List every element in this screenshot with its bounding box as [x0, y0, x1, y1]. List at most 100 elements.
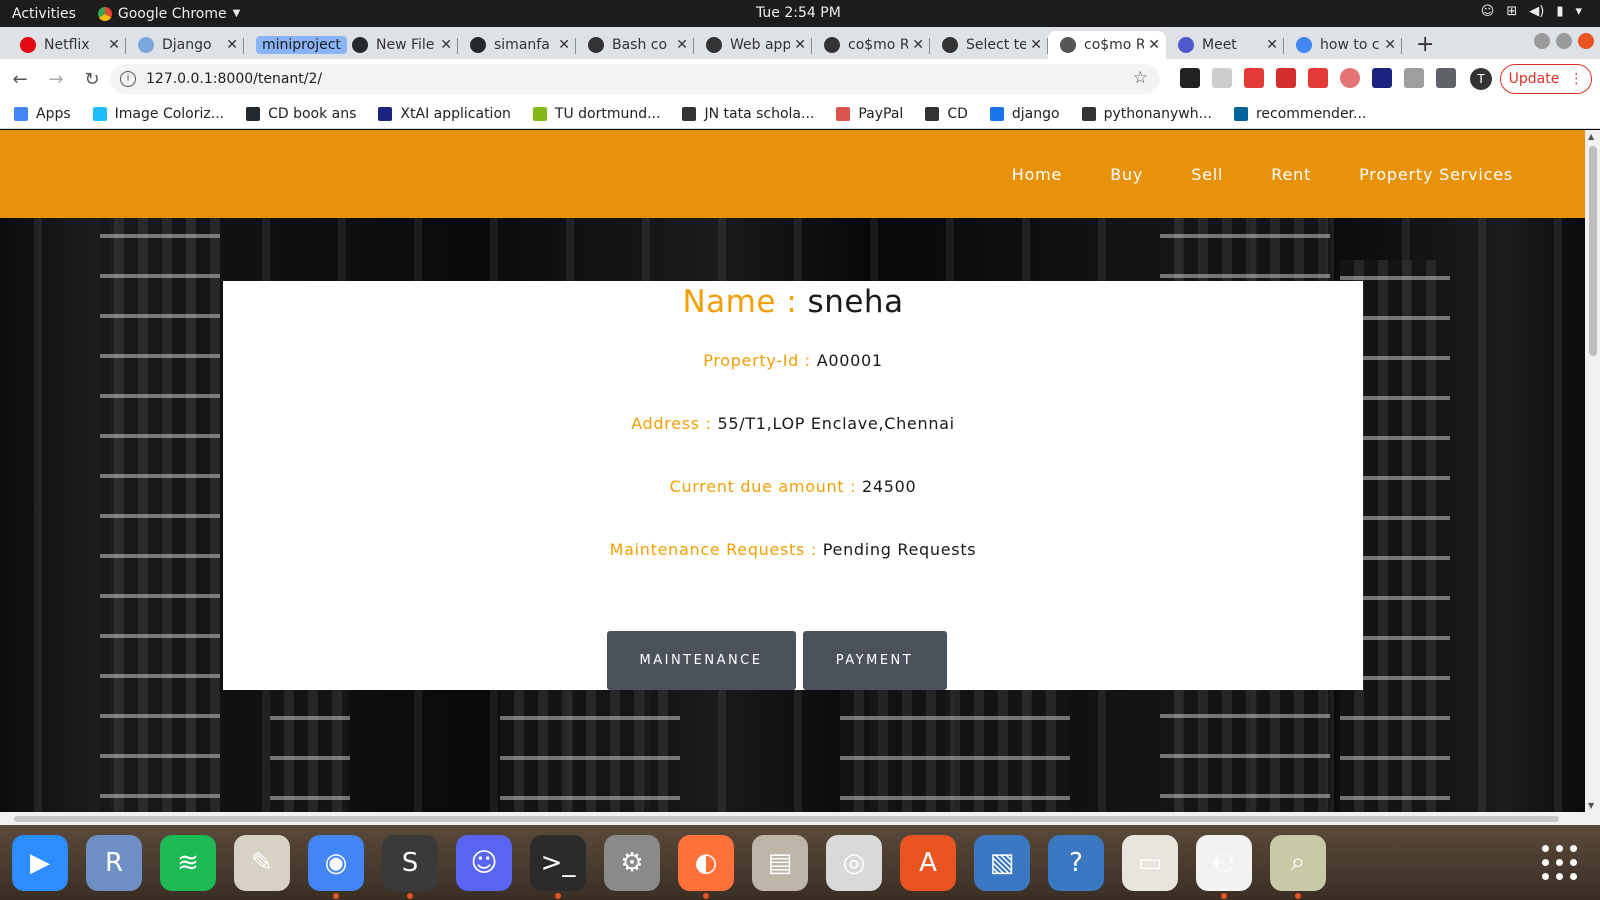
close-tab-icon[interactable]: ✕ — [1148, 37, 1160, 53]
payment-button[interactable]: PAYMENT — [802, 631, 947, 690]
close-tab-icon[interactable]: ✕ — [1030, 37, 1042, 53]
info-icon[interactable]: i — [120, 71, 136, 87]
chevron-down-icon[interactable]: ▾ — [1575, 4, 1582, 19]
show-applications-icon[interactable] — [1542, 845, 1578, 881]
minimize-icon[interactable] — [1534, 33, 1550, 49]
nav-property-services[interactable]: Property Services — [1359, 165, 1513, 184]
extension-hp-icon[interactable] — [1372, 68, 1392, 88]
bookmark-item[interactable]: JN tata schola... — [682, 106, 814, 122]
close-tab-icon[interactable]: ✕ — [676, 37, 688, 53]
nav-buy[interactable]: Buy — [1110, 165, 1143, 184]
chrome-icon[interactable]: ◉ — [308, 834, 364, 899]
puzzle-icon[interactable] — [1436, 68, 1456, 88]
browser-tab[interactable]: Meet ✕ — [1166, 31, 1284, 59]
discord-icon[interactable]: ☺ — [456, 834, 512, 891]
browser-tab[interactable]: co$mo R ✕ — [812, 31, 930, 59]
firefox-icon[interactable]: ◐ — [678, 834, 734, 899]
browser-tab[interactable]: co$mo R ✕ — [1048, 31, 1166, 59]
sublime-icon[interactable]: S — [382, 834, 438, 899]
close-tab-icon[interactable]: ✕ — [1266, 37, 1278, 53]
bookmark-item[interactable]: Image Coloriz... — [92, 106, 224, 122]
bookmark-item[interactable]: recommender... — [1233, 106, 1366, 122]
browser-tab[interactable]: Bash co ✕ — [576, 31, 694, 59]
horizontal-scrollbar[interactable] — [0, 812, 1600, 825]
browser-tab[interactable]: Select te ✕ — [930, 31, 1048, 59]
software-center-icon[interactable]: A — [900, 834, 956, 891]
close-tab-icon[interactable]: ✕ — [440, 37, 452, 53]
update-button[interactable]: Update ⋮ — [1500, 64, 1592, 94]
extension-red-icon[interactable] — [1244, 68, 1264, 88]
settings-icon[interactable]: ⚙ — [604, 834, 660, 891]
bookmark-item[interactable]: TU dortmund... — [532, 106, 660, 122]
extension-pp-icon[interactable] — [1180, 68, 1200, 88]
browser-tab[interactable]: how to c ✕ — [1284, 31, 1402, 59]
bookmark-item[interactable]: XtAI application — [378, 106, 511, 122]
close-tab-icon[interactable]: ✕ — [794, 37, 806, 53]
close-tab-icon[interactable]: ✕ — [558, 37, 570, 53]
scroll-down-icon[interactable]: ▼ — [1588, 801, 1594, 810]
speaker-icon[interactable]: ◎ — [826, 834, 882, 891]
forward-arrow-icon[interactable]: → — [40, 69, 72, 90]
browser-tab[interactable]: New File ✕ — [340, 31, 458, 59]
close-tab-icon[interactable]: ✕ — [226, 37, 238, 53]
close-tab-icon[interactable]: ✕ — [108, 37, 120, 53]
terminal-icon[interactable]: >_ — [530, 834, 586, 899]
nav-home[interactable]: Home — [1012, 165, 1062, 184]
app-menu[interactable]: Google Chrome ▼ — [97, 6, 240, 22]
extension-tp-icon[interactable] — [1308, 68, 1328, 88]
activities-button[interactable]: Activities — [12, 6, 76, 22]
image-search-icon[interactable]: ⌕ — [1270, 834, 1326, 899]
system-tray[interactable]: ☺ ⊞ ◀) ▮ ▾ — [1481, 4, 1582, 19]
os-top-bar: Activities Google Chrome ▼ Tue 2:54 PM ☺… — [0, 0, 1600, 27]
scroll-up-icon[interactable]: ▲ — [1588, 132, 1594, 141]
new-tab-icon[interactable]: + — [1416, 31, 1434, 59]
battery-icon[interactable]: ▮ — [1556, 4, 1563, 19]
extension-pv-icon[interactable] — [1212, 68, 1232, 88]
close-tab-icon[interactable]: ✕ — [912, 37, 924, 53]
bookmark-star-icon[interactable]: ☆ — [1133, 68, 1148, 88]
text-editor-icon[interactable]: ✎ — [234, 834, 290, 891]
browser-tab[interactable]: Web app ✕ — [694, 31, 812, 59]
r-icon[interactable]: R — [86, 834, 142, 891]
volume-icon[interactable]: ◀) — [1529, 4, 1544, 19]
reload-icon[interactable]: ↻ — [76, 69, 108, 90]
browser-tab[interactable]: miniproject — [244, 31, 347, 59]
profile-avatar[interactable]: T — [1470, 68, 1492, 90]
vertical-scroll-thumb[interactable] — [1589, 146, 1597, 356]
bookmark-item[interactable]: Apps — [14, 106, 71, 122]
url-text[interactable]: 127.0.0.1:8000/tenant/2/ — [146, 71, 322, 87]
bookmark-item[interactable]: PayPal — [836, 106, 903, 122]
bookmark-item[interactable]: CD book ans — [246, 106, 356, 122]
browser-tab[interactable]: Django ✕ — [126, 31, 244, 59]
close-tab-icon[interactable]: ✕ — [1384, 37, 1396, 53]
discord-tray-icon[interactable]: ☺ — [1481, 4, 1495, 19]
bookmark-item[interactable]: CD — [925, 106, 968, 122]
address-bar[interactable]: i 127.0.0.1:8000/tenant/2/ ☆ — [110, 64, 1160, 94]
network-icon[interactable]: ⊞ — [1506, 4, 1517, 19]
camera-icon[interactable] — [1404, 68, 1424, 88]
files-icon[interactable]: ▤ — [752, 834, 808, 891]
extension-circle-icon[interactable] — [1340, 68, 1360, 88]
vertical-scrollbar[interactable]: ▲ ▼ — [1585, 130, 1600, 812]
horizontal-scroll-thumb[interactable] — [14, 816, 1559, 822]
extension-ad-icon[interactable] — [1276, 68, 1296, 88]
maximize-icon[interactable] — [1556, 33, 1572, 49]
help-icon[interactable]: ? — [1048, 834, 1104, 891]
kebab-menu-icon[interactable]: ⋮ — [1569, 71, 1583, 87]
clock[interactable]: Tue 2:54 PM — [756, 5, 841, 21]
close-window-icon[interactable] — [1578, 33, 1594, 49]
spotify-icon[interactable]: ≋ — [160, 834, 216, 891]
back-arrow-icon[interactable]: ← — [4, 69, 36, 90]
zoom-icon[interactable]: ▶ — [12, 834, 68, 891]
image-viewer-icon[interactable]: ▧ — [974, 834, 1030, 891]
presentation-icon[interactable]: ▭ — [1122, 834, 1178, 891]
pdf-reader-icon[interactable]: ℮ — [1196, 834, 1252, 899]
browser-tab[interactable]: Netflix ✕ — [8, 31, 126, 59]
globe-icon — [925, 106, 940, 121]
bookmark-item[interactable]: pythonanywh... — [1081, 106, 1212, 122]
nav-sell[interactable]: Sell — [1191, 165, 1223, 184]
browser-tab[interactable]: simanfa ✕ — [458, 31, 576, 59]
bookmark-item[interactable]: django — [989, 106, 1060, 122]
maintenance-button[interactable]: MAINTENANCE — [606, 631, 796, 690]
nav-rent[interactable]: Rent — [1271, 165, 1311, 184]
